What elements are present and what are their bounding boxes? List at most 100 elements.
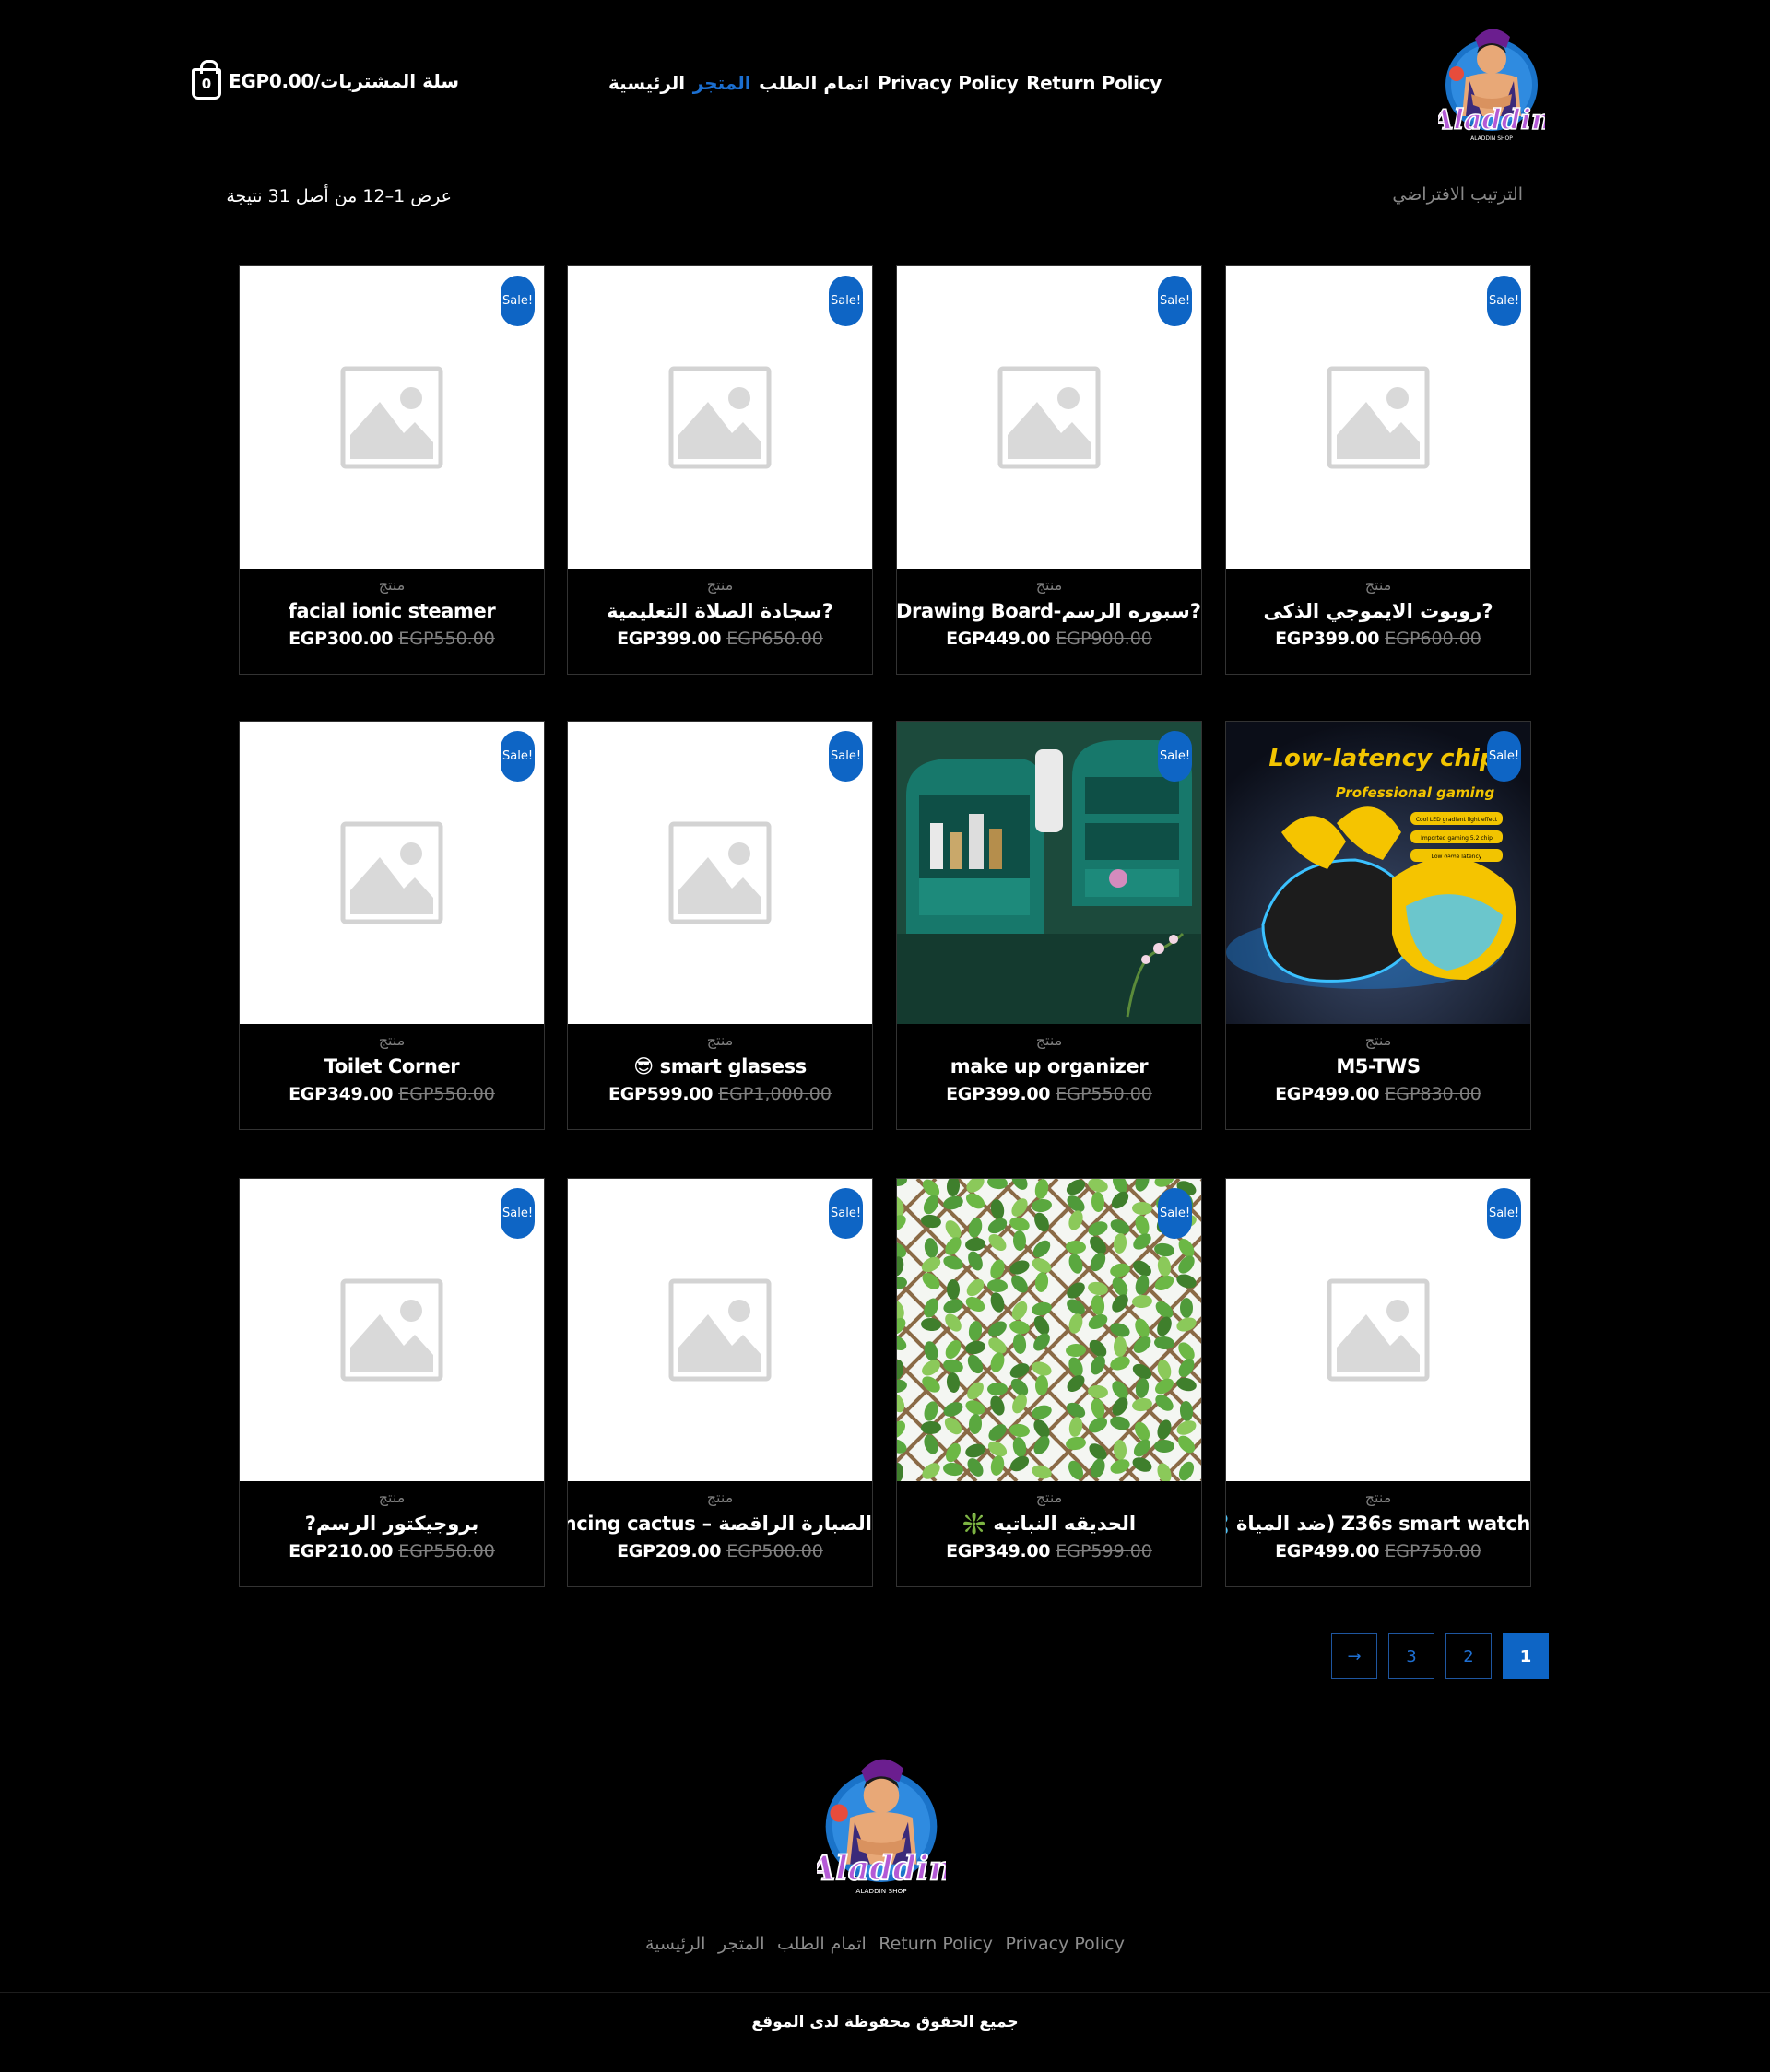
- product-image[interactable]: [897, 1179, 1201, 1481]
- product-card[interactable]: !Sale منتج الحديقه النباتيه ❇️ EGP349.00…: [896, 1178, 1202, 1587]
- product-title[interactable]: ?روبوت الايموجي الذكى: [1226, 596, 1530, 626]
- footer-link-privacy-policy[interactable]: Privacy Policy: [1006, 1934, 1125, 1954]
- product-title[interactable]: smart glasess 😎: [568, 1052, 872, 1081]
- product-title[interactable]: M5-TWS: [1226, 1052, 1530, 1081]
- product-category[interactable]: منتج: [897, 1030, 1201, 1052]
- footer-link-shop[interactable]: المتجر: [718, 1934, 765, 1954]
- product-price: EGP300.00 EGP550.00: [240, 626, 544, 652]
- product-price: EGP499.00 EGP830.00: [1226, 1081, 1530, 1107]
- svg-text:ALADDIN SHOP: ALADDIN SHOP: [856, 1887, 907, 1895]
- product-info: منتج facial ionic steamer EGP300.00 EGP55…: [240, 572, 544, 652]
- footer-link-checkout[interactable]: اتمام الطلب: [777, 1934, 867, 1954]
- image-placeholder-icon: [668, 1278, 772, 1382]
- product-image[interactable]: [568, 722, 872, 1024]
- product-image[interactable]: [897, 266, 1201, 569]
- product-category[interactable]: منتج: [1226, 1030, 1530, 1052]
- site-logo[interactable]: Aladdin ALADDIN SHOP: [1429, 20, 1552, 144]
- sale-badge: !Sale: [501, 731, 535, 782]
- footer-link-return-policy[interactable]: Return Policy: [879, 1934, 993, 1954]
- product-title[interactable]: Z36s smart watch (ضد المياة 💦): [1226, 1509, 1530, 1538]
- product-category[interactable]: منتج: [1226, 1487, 1530, 1509]
- product-info: منتج Z36s smart watch (ضد المياة 💦) EGP4…: [1226, 1485, 1530, 1564]
- product-category[interactable]: منتج: [897, 574, 1201, 596]
- pagination-page-3[interactable]: 3: [1388, 1633, 1434, 1679]
- product-category[interactable]: منتج: [1226, 574, 1530, 596]
- product-card[interactable]: !Sale منتج ?روبوت الايموجي الذكى EGP399.…: [1225, 265, 1531, 675]
- product-image[interactable]: [240, 266, 544, 569]
- product-image[interactable]: [240, 722, 544, 1024]
- nav-home[interactable]: الرئيسية: [608, 72, 685, 94]
- original-price: EGP550.00: [398, 629, 495, 649]
- product-image[interactable]: [568, 266, 872, 569]
- product-category[interactable]: منتج: [568, 1487, 872, 1509]
- nav-return-policy[interactable]: Return Policy: [1026, 72, 1162, 94]
- site-header: Aladdin ALADDIN SHOP الرئيسية المتجر اتم…: [0, 0, 1770, 166]
- product-info: منتج smart glasess 😎 EGP599.00 EGP1,000.0…: [568, 1028, 872, 1107]
- product-image[interactable]: Low-latency chip Professional gaming Coo…: [1226, 722, 1530, 1024]
- product-title[interactable]: Toilet Corner: [240, 1052, 544, 1081]
- product-title[interactable]: الصبارة الراقصة – Dancing cactus: [568, 1509, 872, 1538]
- product-title[interactable]: بروجيكتور الرسم?: [240, 1509, 544, 1538]
- product-category[interactable]: منتج: [568, 574, 872, 596]
- product-card[interactable]: Low-latency chip Professional gaming Coo…: [1225, 721, 1531, 1130]
- sale-badge: !Sale: [1158, 276, 1192, 326]
- product-card[interactable]: !Sale منتج Z36s smart watch (ضد المياة 💦…: [1225, 1178, 1531, 1587]
- pagination-next[interactable]: →: [1331, 1633, 1377, 1679]
- footer-logo[interactable]: Aladdin ALADDIN SHOP: [806, 1748, 954, 1899]
- sale-price: EGP399.00: [946, 1084, 1051, 1104]
- product-title[interactable]: make up organizer: [897, 1052, 1201, 1081]
- sale-price: EGP399.00: [1275, 629, 1380, 649]
- nav-shop[interactable]: المتجر: [693, 72, 751, 94]
- original-price: EGP550.00: [1056, 1084, 1152, 1104]
- product-category[interactable]: منتج: [568, 1030, 872, 1052]
- product-card[interactable]: !Sale منتج ?سجادة الصلاة التعليمية EGP39…: [567, 265, 873, 675]
- product-image[interactable]: [1226, 1179, 1530, 1481]
- sale-badge: !Sale: [829, 1188, 863, 1239]
- sort-select[interactable]: الترتيب الافتراضي: [1364, 184, 1523, 205]
- pagination-page-2[interactable]: 2: [1446, 1633, 1492, 1679]
- product-category[interactable]: منتج: [240, 1030, 544, 1052]
- image-placeholder-icon: [668, 366, 772, 469]
- sale-price: EGP499.00: [1275, 1084, 1380, 1104]
- nav-privacy-policy[interactable]: Privacy Policy: [878, 72, 1019, 94]
- product-info: منتج M5-TWS EGP499.00 EGP830.00: [1226, 1028, 1530, 1107]
- product-card[interactable]: !Sale منتج بروجيكتور الرسم? EGP210.00 EGP…: [239, 1178, 545, 1587]
- product-title[interactable]: ?سجادة الصلاة التعليمية: [568, 596, 872, 626]
- product-card[interactable]: !Sale منتج facial ionic steamer EGP300.0…: [239, 265, 545, 675]
- footer-nav: الرئيسية المتجر اتمام الطلب Return Polic…: [645, 1934, 1125, 1954]
- image-placeholder-icon: [340, 821, 443, 924]
- product-card[interactable]: !Sale منتج ?سبوره الرسم-Drawing Board EG…: [896, 265, 1202, 675]
- svg-text:Aladdin: Aladdin: [817, 1849, 946, 1889]
- product-image[interactable]: [568, 1179, 872, 1481]
- nav-checkout[interactable]: اتمام الطلب: [759, 72, 869, 94]
- product-card[interactable]: !Sale منتج make up organizer EGP399.00 EG…: [896, 721, 1202, 1130]
- product-image[interactable]: [240, 1179, 544, 1481]
- cart-button[interactable]: 0 سلة المشتريات/EGP0.00: [192, 60, 459, 100]
- svg-text:Professional gaming: Professional gaming: [1336, 784, 1495, 801]
- product-category[interactable]: منتج: [240, 574, 544, 596]
- earbuds-product-image: Low-latency chip Professional gaming Coo…: [1226, 722, 1530, 1024]
- sale-badge: !Sale: [829, 276, 863, 326]
- footer-link-home[interactable]: الرئيسية: [645, 1934, 705, 1954]
- original-price: EGP900.00: [1056, 629, 1152, 649]
- product-info: منتج بروجيكتور الرسم? EGP210.00 EGP550.00: [240, 1485, 544, 1564]
- product-category[interactable]: منتج: [897, 1487, 1201, 1509]
- svg-text:ALADDIN SHOP: ALADDIN SHOP: [1470, 135, 1513, 142]
- product-title[interactable]: ?سبوره الرسم-Drawing Board: [897, 596, 1201, 626]
- product-info: منتج ?سجادة الصلاة التعليمية EGP399.00 EG…: [568, 572, 872, 652]
- product-card[interactable]: !Sale منتج الصبارة الراقصة – Dancing cac…: [567, 1178, 873, 1587]
- product-card[interactable]: !Sale منتج Toilet Corner EGP349.00 EGP550…: [239, 721, 545, 1130]
- product-card[interactable]: !Sale منتج smart glasess 😎 EGP599.00 EGP1…: [567, 721, 873, 1130]
- product-image[interactable]: [1226, 266, 1530, 569]
- aladdin-logo-icon: Aladdin ALADDIN SHOP: [806, 1759, 954, 1895]
- product-image[interactable]: [897, 722, 1201, 1024]
- svg-text:Cool LED gradient light effect: Cool LED gradient light effect: [1416, 817, 1498, 823]
- product-category[interactable]: منتج: [240, 1487, 544, 1509]
- original-price: EGP750.00: [1385, 1541, 1481, 1561]
- sale-price: EGP349.00: [289, 1084, 394, 1104]
- sale-price: EGP599.00: [608, 1084, 714, 1104]
- product-title[interactable]: الحديقه النباتيه ❇️: [897, 1509, 1201, 1538]
- product-title[interactable]: facial ionic steamer: [240, 596, 544, 626]
- product-info: منتج الحديقه النباتيه ❇️ EGP349.00 EGP599…: [897, 1485, 1201, 1564]
- copyright: جميع الحقوق محفوظة لدى الموقع: [751, 2013, 1019, 2031]
